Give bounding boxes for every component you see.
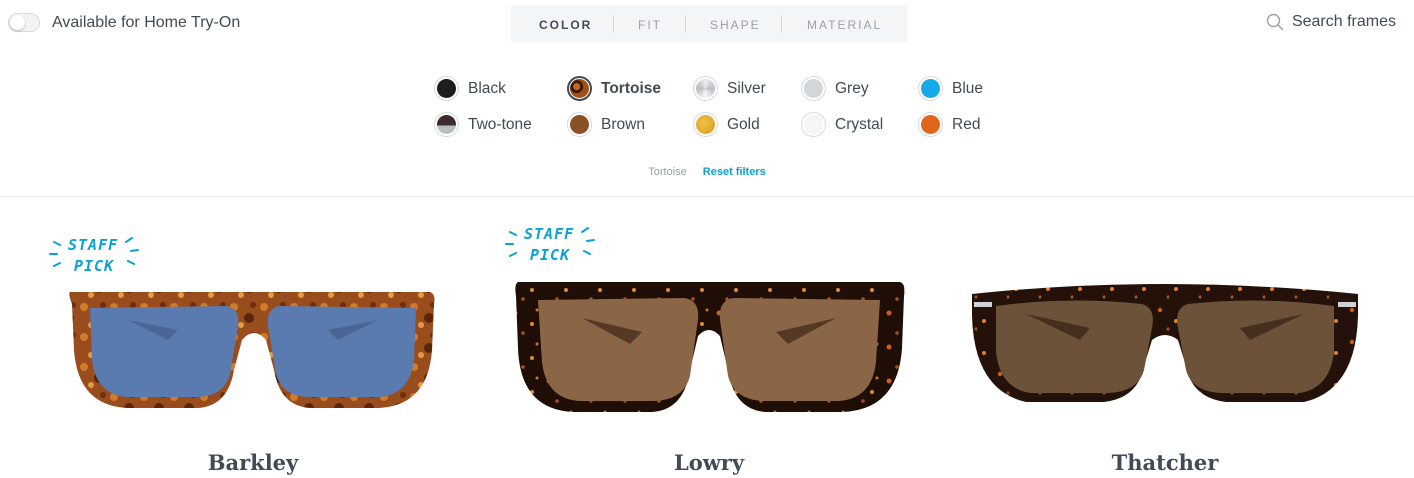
tab-fit[interactable]: FIT — [638, 18, 662, 32]
color-option-two-tone[interactable]: Two-tone — [434, 112, 532, 137]
search-label: Search frames — [1291, 13, 1396, 30]
swatch-ring — [693, 112, 718, 137]
color-swatch — [696, 115, 715, 134]
tab-divider — [781, 15, 782, 33]
active-filters: Tortoise Reset filters — [0, 166, 1414, 178]
filter-tabs: COLOR FIT SHAPE MATERIAL — [511, 5, 907, 42]
swatch-ring — [434, 112, 459, 137]
tab-shape[interactable]: SHAPE — [710, 18, 761, 32]
color-swatch — [696, 79, 715, 98]
color-label: Brown — [601, 115, 645, 133]
color-label: Blue — [952, 79, 984, 97]
swatch-ring — [693, 76, 718, 101]
swatch-ring — [801, 112, 826, 137]
color-swatch — [570, 79, 589, 98]
product-card-lowry[interactable]: STAFF PICK Lowry — [474, 210, 944, 478]
swatch-ring — [801, 76, 826, 101]
product-card-thatcher[interactable]: Thatcher — [930, 210, 1400, 478]
color-label: Two-tone — [468, 115, 532, 133]
color-option-silver[interactable]: Silver — [693, 76, 766, 101]
search-frames[interactable]: Search frames — [1266, 13, 1396, 31]
staff-pick-line2: PICK — [530, 246, 571, 264]
search-icon — [1266, 13, 1284, 31]
product-name[interactable]: Lowry — [474, 450, 944, 475]
swatch-ring — [918, 112, 943, 137]
hinge-rivet — [974, 302, 992, 307]
staff-pick-line1: STAFF — [524, 225, 575, 243]
color-swatch — [921, 79, 940, 98]
color-label: Red — [952, 115, 981, 133]
color-option-tortoise[interactable]: Tortoise — [567, 76, 661, 101]
color-label: Grey — [835, 79, 869, 97]
tab-divider — [685, 15, 686, 33]
thatcher-glasses-image — [972, 284, 1358, 402]
color-option-gold[interactable]: Gold — [693, 112, 760, 137]
color-option-crystal[interactable]: Crystal — [801, 112, 883, 137]
color-swatch — [804, 115, 823, 134]
tab-material[interactable]: MATERIAL — [807, 18, 882, 32]
color-swatch — [437, 115, 456, 134]
swatch-ring — [918, 76, 943, 101]
color-label: Silver — [727, 79, 766, 97]
color-option-brown[interactable]: Brown — [567, 112, 645, 137]
color-swatch — [921, 115, 940, 134]
barkley-glasses-image — [69, 292, 435, 408]
section-divider — [0, 196, 1414, 197]
product-name[interactable]: Thatcher — [930, 450, 1400, 475]
active-filter-tortoise[interactable]: Tortoise — [648, 166, 687, 178]
swatch-ring — [567, 112, 592, 137]
swatch-ring — [434, 76, 459, 101]
home-try-on-toggle[interactable] — [8, 13, 40, 32]
color-option-red[interactable]: Red — [918, 112, 980, 137]
product-name[interactable]: Barkley — [18, 450, 488, 475]
color-label: Black — [468, 79, 506, 97]
color-option-black[interactable]: Black — [434, 76, 506, 101]
color-label: Crystal — [835, 115, 884, 133]
color-option-grey[interactable]: Grey — [801, 76, 869, 101]
lowry-glasses-image — [515, 282, 905, 412]
product-card-barkley[interactable]: STAFF PICK Barkley — [18, 210, 488, 478]
tab-color[interactable]: COLOR — [539, 18, 592, 32]
color-swatch — [804, 79, 823, 98]
home-try-on-label: Available for Home Try-On — [52, 13, 241, 31]
home-try-on-filter[interactable]: Available for Home Try-On — [8, 13, 240, 32]
color-label: Tortoise — [601, 79, 661, 97]
hinge-rivet — [1338, 302, 1356, 307]
color-label: Gold — [727, 115, 760, 133]
swatch-ring — [567, 76, 592, 101]
color-swatch — [570, 115, 589, 134]
staff-pick-badge: STAFF PICK — [524, 224, 574, 266]
color-option-blue[interactable]: Blue — [918, 76, 983, 101]
color-swatch — [437, 79, 456, 98]
staff-pick-line1: STAFF — [68, 236, 119, 254]
reset-filters-link[interactable]: Reset filters — [703, 166, 766, 178]
tab-divider — [613, 15, 614, 33]
